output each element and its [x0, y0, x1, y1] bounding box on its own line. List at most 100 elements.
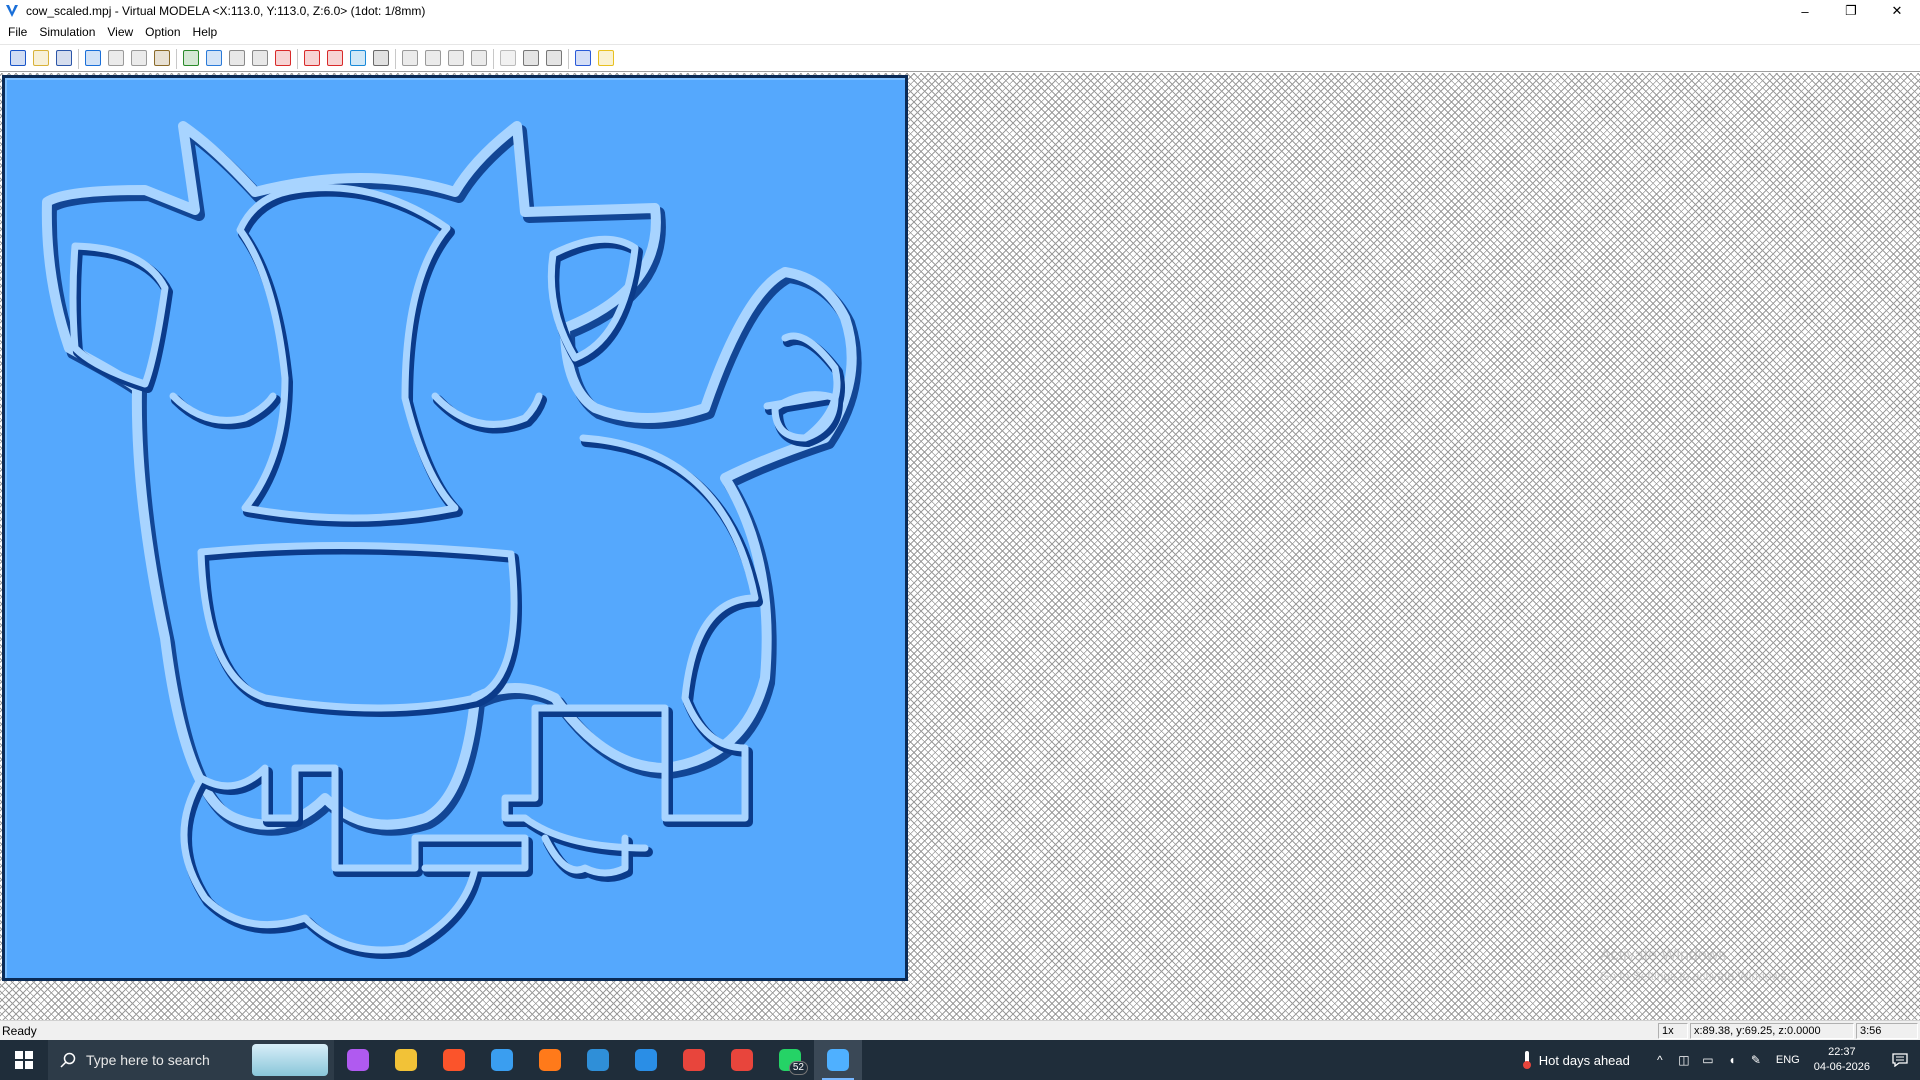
- taskbar-app-chrome[interactable]: [670, 1040, 718, 1080]
- texture-icon: [349, 50, 366, 66]
- taskbar-search[interactable]: Type here to search: [48, 1040, 334, 1080]
- pen-icon[interactable]: ✎: [1744, 1040, 1768, 1080]
- status-scale: 1x: [1658, 1023, 1688, 1039]
- taskbar-app-brave[interactable]: [430, 1040, 478, 1080]
- virtual-modela-icon: [4, 3, 20, 19]
- menu-file[interactable]: File: [2, 22, 33, 43]
- chrome-profile-icon: [731, 1049, 753, 1071]
- sphere-button[interactable]: [369, 47, 392, 70]
- minimize-button[interactable]: –: [1782, 0, 1828, 22]
- menu-simulation[interactable]: Simulation: [33, 22, 101, 43]
- notification-icon: [1892, 1053, 1908, 1067]
- search-app-icon: [539, 1049, 561, 1071]
- texture-button[interactable]: [346, 47, 369, 70]
- volume-icon[interactable]: ◖: [1720, 1040, 1744, 1080]
- status-text: Ready: [2, 1024, 37, 1038]
- taskbar-app-whatsapp[interactable]: 52: [766, 1040, 814, 1080]
- network-icon[interactable]: ▭: [1696, 1040, 1720, 1080]
- tool-button[interactable]: [202, 47, 225, 70]
- weather-widget[interactable]: Hot days ahead: [1521, 1050, 1630, 1070]
- rotate-icon: [84, 50, 101, 66]
- zoom-out-button[interactable]: [421, 47, 444, 70]
- file-explorer-icon: [395, 1049, 417, 1071]
- search-highlight-image: [252, 1044, 328, 1076]
- menu-option[interactable]: Option: [139, 22, 186, 43]
- title-bar: cow_scaled.mpj - Virtual MODELA <X:113.0…: [0, 0, 1920, 22]
- open-folder-icon: [32, 50, 49, 66]
- save-button[interactable]: [52, 47, 75, 70]
- body-outline: [503, 437, 763, 857]
- status-time: 3:56: [1856, 1023, 1918, 1039]
- thermometer-icon: [1522, 1051, 1531, 1069]
- mill-icon: [153, 50, 170, 66]
- vscode-icon: [635, 1049, 657, 1071]
- play-icon: [130, 50, 147, 66]
- new-file-icon: [9, 50, 26, 66]
- taskbar-app-chrome-profile[interactable]: [718, 1040, 766, 1080]
- open-folder-button[interactable]: [29, 47, 52, 70]
- view-3d-button[interactable]: [271, 47, 294, 70]
- window-title: cow_scaled.mpj - Virtual MODELA <X:113.0…: [26, 4, 426, 18]
- stop-button[interactable]: [104, 47, 127, 70]
- light-2-icon: [522, 50, 539, 66]
- taskbar-app-file-explorer[interactable]: [382, 1040, 430, 1080]
- light-1-icon: [499, 50, 516, 66]
- menu-view[interactable]: View: [101, 22, 139, 43]
- light-3-button[interactable]: [542, 47, 565, 70]
- color-icon: [326, 50, 343, 66]
- material-button[interactable]: [179, 47, 202, 70]
- light-1-button[interactable]: [496, 47, 519, 70]
- chevron-up-icon[interactable]: ^: [1648, 1040, 1672, 1080]
- light-2-button[interactable]: [519, 47, 542, 70]
- taskbar-app-virtual-modela[interactable]: [814, 1040, 862, 1080]
- zoom-in-button[interactable]: [398, 47, 421, 70]
- save-icon: [55, 50, 72, 66]
- cow-relief-render: [41, 121, 862, 959]
- sun-button[interactable]: [594, 47, 617, 70]
- rotate-button[interactable]: [81, 47, 104, 70]
- curve-button[interactable]: [248, 47, 271, 70]
- zoom-fit-icon: [447, 50, 464, 66]
- taskbar-app-search-app[interactable]: [526, 1040, 574, 1080]
- play-button[interactable]: [127, 47, 150, 70]
- taskbar-app-copilot[interactable]: [334, 1040, 382, 1080]
- path-button[interactable]: [225, 47, 248, 70]
- zoom-window-button[interactable]: [467, 47, 490, 70]
- sun-icon: [597, 50, 614, 66]
- restore-button[interactable]: ❐: [1828, 0, 1874, 22]
- store-icon: [491, 1049, 513, 1071]
- menu-help[interactable]: Help: [187, 22, 224, 43]
- language-indicator[interactable]: ENG: [1776, 1054, 1800, 1066]
- weather-text: Hot days ahead: [1538, 1052, 1630, 1068]
- taskbar-app-photos[interactable]: [574, 1040, 622, 1080]
- new-file-button[interactable]: [6, 47, 29, 70]
- clock-date: 04-06-2026: [1813, 1061, 1870, 1073]
- clock[interactable]: 22:37 04-06-2026: [1814, 1045, 1870, 1075]
- notification-button[interactable]: [1880, 1040, 1920, 1080]
- start-button[interactable]: [0, 1040, 48, 1080]
- system-tray: Hot days ahead ^ ◫ ▭ ◖ ✎ ENG 22:37 04-06…: [1521, 1040, 1920, 1080]
- taskbar: Type here to search 52 Hot days ahead ^ …: [0, 1040, 1920, 1080]
- activation-watermark: Activate Windows Go to Settings to activ…: [1600, 946, 1840, 986]
- mill-button[interactable]: [150, 47, 173, 70]
- taskbar-app-vscode[interactable]: [622, 1040, 670, 1080]
- taskbar-app-store[interactable]: [478, 1040, 526, 1080]
- sphere-icon: [372, 50, 389, 66]
- tool-icon: [205, 50, 222, 66]
- settings-icon: [574, 50, 591, 66]
- section-button[interactable]: [300, 47, 323, 70]
- copilot-icon: [347, 1049, 369, 1071]
- workspace: Activate Windows Go to Settings to activ…: [0, 73, 1920, 1020]
- zoom-in-icon: [401, 50, 418, 66]
- close-button[interactable]: ✕: [1874, 0, 1920, 22]
- path-icon: [228, 50, 245, 66]
- windows-icon: [15, 1051, 33, 1069]
- meet-icon[interactable]: ◫: [1672, 1040, 1696, 1080]
- search-placeholder: Type here to search: [86, 1052, 210, 1068]
- color-button[interactable]: [323, 47, 346, 70]
- face-patch: [238, 186, 463, 527]
- photos-icon: [587, 1049, 609, 1071]
- zoom-fit-button[interactable]: [444, 47, 467, 70]
- render-viewport[interactable]: [2, 75, 908, 981]
- settings-button[interactable]: [571, 47, 594, 70]
